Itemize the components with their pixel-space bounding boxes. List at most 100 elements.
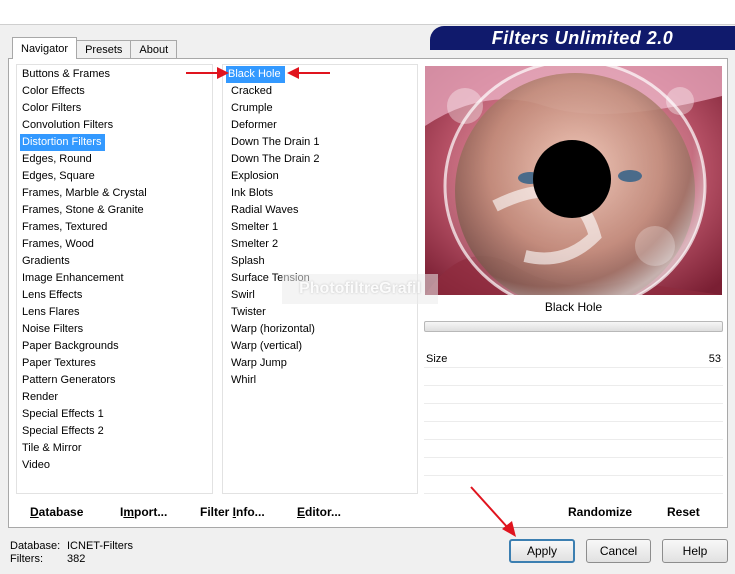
category-item[interactable]: Edges, Round (17, 151, 212, 168)
annotation-arrow-apply (470, 486, 516, 537)
filter-item-label: Splash (231, 255, 265, 267)
filter-item[interactable]: Smelter 2 (223, 236, 417, 253)
parameter-row-empty (424, 404, 723, 422)
filter-item-label: Smelter 1 (231, 221, 279, 233)
category-item-label: Convolution Filters (22, 119, 114, 131)
filter-item-label: Twister (231, 306, 266, 318)
filter-item[interactable]: Warp (horizontal) (223, 321, 417, 338)
category-item[interactable]: Noise Filters (17, 321, 212, 338)
randomize-button[interactable]: Randomize (568, 505, 632, 519)
parameter-row-empty (424, 422, 723, 440)
category-list[interactable]: Buttons & Frames Color Effects Color Filte… (16, 64, 213, 494)
help-button[interactable]: Help (662, 539, 728, 563)
category-item-label: Gradients (22, 255, 70, 267)
category-item-label: Image Enhancement (22, 272, 124, 284)
category-item[interactable]: Frames, Stone & Granite (17, 202, 212, 219)
filter-item-label: Explosion (231, 170, 279, 182)
filter-item[interactable]: Splash (223, 253, 417, 270)
progress-bar (424, 321, 723, 332)
filters-count-label: Filters: (10, 553, 43, 565)
import-button[interactable]: Import... (120, 505, 167, 519)
category-item[interactable]: Lens Effects (17, 287, 212, 304)
category-item-label: Color Filters (22, 102, 82, 114)
filter-item[interactable]: Warp (vertical) (223, 338, 417, 355)
category-item-label: Paper Backgrounds (22, 340, 119, 352)
filter-info-button[interactable]: Filter Info... (200, 505, 265, 519)
reset-button[interactable]: Reset (667, 505, 700, 519)
category-item-label: Edges, Square (22, 170, 95, 182)
category-item[interactable]: Special Effects 1 (17, 406, 212, 423)
category-item-label: Frames, Stone & Granite (22, 204, 144, 216)
database-button[interactable]: Database (30, 505, 83, 519)
category-item-label: Color Effects (22, 85, 85, 97)
parameter-name: Size (426, 353, 448, 365)
filter-item[interactable]: Crumple (223, 100, 417, 117)
filter-item[interactable]: Radial Waves (223, 202, 417, 219)
filter-item[interactable]: Explosion (223, 168, 417, 185)
category-item[interactable]: Edges, Square (17, 168, 212, 185)
category-item[interactable]: Frames, Textured (17, 219, 212, 236)
category-item-label: Special Effects 1 (22, 408, 104, 420)
category-item-label: Lens Flares (22, 306, 80, 318)
filter-item-label: Radial Waves (231, 204, 299, 216)
filter-item-label: Whirl (231, 374, 257, 386)
parameter-row-empty (424, 386, 723, 404)
category-item[interactable]: Color Effects (17, 83, 212, 100)
parameter-row-size[interactable]: Size 53 (424, 350, 723, 368)
parameter-row-empty (424, 368, 723, 386)
filter-item[interactable]: Warp Jump (223, 355, 417, 372)
database-label: Database: (10, 540, 61, 552)
category-item[interactable]: Frames, Marble & Crystal (17, 185, 212, 202)
category-item[interactable]: Frames, Wood (17, 236, 212, 253)
category-item[interactable]: Convolution Filters (17, 117, 212, 134)
parameter-value: 53 (708, 353, 721, 365)
category-item-label: Distortion Filters (20, 134, 106, 151)
filter-item[interactable]: Cracked (223, 83, 417, 100)
preview-graphic (425, 66, 722, 295)
category-item[interactable]: Special Effects 2 (17, 423, 212, 440)
filter-item-label: Ink Blots (231, 187, 274, 199)
filter-item[interactable]: Down The Drain 1 (223, 134, 417, 151)
database-value: ICNET-Filters (67, 540, 133, 552)
category-item-label: Lens Effects (22, 289, 83, 301)
filter-item[interactable]: Twister (223, 304, 417, 321)
preview-image (425, 66, 722, 295)
app-title-banner: Filters Unlimited 2.0 (430, 26, 735, 50)
category-item[interactable]: Video (17, 457, 212, 474)
category-item[interactable]: Color Filters (17, 100, 212, 117)
cancel-button[interactable]: Cancel (586, 539, 651, 563)
filter-item-label: Warp (vertical) (231, 340, 303, 352)
filter-item[interactable]: Smelter 1 (223, 219, 417, 236)
filter-item[interactable]: Whirl (223, 372, 417, 389)
category-item-label: Special Effects 2 (22, 425, 104, 437)
category-item[interactable]: Paper Backgrounds (17, 338, 212, 355)
tab-about[interactable]: About (130, 40, 178, 59)
apply-button[interactable]: Apply (509, 539, 575, 563)
category-item[interactable]: Render (17, 389, 212, 406)
bottom-toolbar: Database Import... Filter Info... Editor… (10, 498, 725, 526)
filter-item-label: Down The Drain 2 (231, 153, 320, 165)
filter-item-label: Down The Drain 1 (231, 136, 320, 148)
category-item-label: Frames, Marble & Crystal (22, 187, 147, 199)
category-item[interactable]: Lens Flares (17, 304, 212, 321)
tab-navigator[interactable]: Navigator (12, 37, 78, 59)
category-item[interactable]: Image Enhancement (17, 270, 212, 287)
category-item[interactable]: Tile & Mirror (17, 440, 212, 457)
category-item-label: Edges, Round (22, 153, 92, 165)
category-item-label: Frames, Textured (22, 221, 108, 233)
filter-item-label: Warp Jump (231, 357, 287, 369)
category-item[interactable]: Pattern Generators (17, 372, 212, 389)
filter-item[interactable]: Deformer (223, 117, 417, 134)
tab-presets[interactable]: Presets (76, 40, 132, 59)
watermark: PhotofiltreGrafil (282, 274, 438, 304)
category-item[interactable]: Distortion Filters (17, 134, 212, 151)
filter-item[interactable]: Down The Drain 2 (223, 151, 417, 168)
editor-button[interactable]: Editor... (297, 505, 341, 519)
category-item[interactable]: Paper Textures (17, 355, 212, 372)
filter-item[interactable]: Ink Blots (223, 185, 417, 202)
parameter-row-empty (424, 440, 723, 458)
filter-item-label: Cracked (231, 85, 272, 97)
category-item[interactable]: Gradients (17, 253, 212, 270)
filter-item-label: Swirl (231, 289, 255, 301)
filter-item-label: Warp (horizontal) (231, 323, 315, 335)
